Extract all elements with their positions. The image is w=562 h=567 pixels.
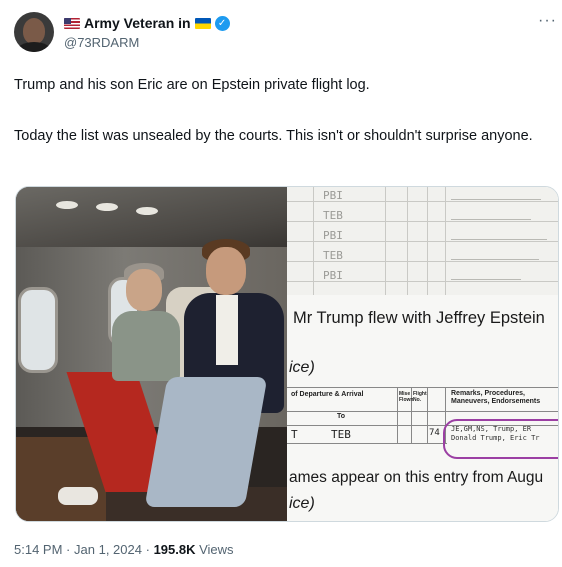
tweet-text-paragraph-2: Today the list was unsealed by the court… — [14, 128, 533, 144]
table-cell: 74 — [429, 428, 440, 438]
cabin-light — [56, 201, 78, 209]
avatar-shoulders — [16, 42, 52, 52]
table-divider — [397, 387, 398, 443]
ledger-cell: PBI — [323, 269, 343, 282]
ledger-col-line — [313, 187, 314, 295]
table-cell: TEB — [331, 428, 351, 441]
ledger-scribble — [451, 233, 547, 240]
person-right-shirt — [216, 295, 238, 365]
ledger-scribble — [451, 273, 521, 280]
tweet-text-paragraph-1: Trump and his son Eric are on Epstein pr… — [14, 77, 370, 93]
ledger-cell: TEB — [323, 249, 343, 262]
ledger-cell: PBI — [323, 229, 343, 242]
person-left-head — [126, 269, 162, 311]
tweet: Army Veteran in ✓ @73RDARM ··· Trump and… — [0, 0, 562, 567]
author-display-name[interactable]: Army Veteran in — [84, 15, 191, 31]
document-fragment: ice) — [289, 495, 315, 512]
ledger-col-line — [385, 187, 386, 295]
person-left-shoe — [58, 487, 98, 505]
ledger-scribble — [451, 253, 539, 260]
document-caption: ames appear on this entry from Augu — [289, 469, 544, 486]
views-count[interactable]: 195.8K — [154, 542, 196, 557]
media-photo[interactable] — [16, 187, 287, 521]
remark-line: Donald Trump, Eric Tr — [451, 434, 540, 442]
table-rule — [287, 443, 447, 444]
remark-handwriting: JE,GM,NS, Trump, ER Donald Trump, Eric T… — [451, 425, 540, 443]
meta-separator: · — [66, 542, 71, 557]
media-container[interactable]: PBI TEB PBI TEB PBI Mr Trump flew with J… — [15, 186, 559, 522]
table-rule — [287, 411, 558, 412]
tweet-time[interactable]: 5:14 PM — [14, 542, 62, 557]
media-document[interactable]: PBI TEB PBI TEB PBI Mr Trump flew with J… — [287, 187, 558, 521]
author-handle[interactable]: @73RDARM — [64, 35, 139, 50]
cabin-light — [136, 207, 158, 215]
us-flag-icon — [64, 17, 80, 29]
ledger-scribble — [451, 193, 541, 200]
ledger-col-line — [445, 187, 446, 295]
cabin-light — [96, 203, 118, 211]
person-right-head — [206, 247, 246, 295]
views-label: Views — [199, 542, 234, 557]
ledger-col-line — [427, 187, 428, 295]
table-header: Flight No. — [413, 391, 427, 403]
verified-check-icon: ✓ — [214, 15, 230, 31]
ledger-scribble — [451, 213, 531, 220]
author-name-row[interactable]: Army Veteran in ✓ — [64, 14, 230, 32]
document-headline: Mr Trump flew with Jeffrey Epstein — [293, 309, 545, 327]
flight-log-ledger: PBI TEB PBI TEB PBI — [287, 187, 558, 295]
person-left-shirt — [112, 311, 180, 381]
table-rule — [287, 387, 558, 388]
tweet-metadata: 5:14 PM · Jan 1, 2024 · 195.8K Views — [14, 542, 234, 557]
document-fragment: ice) — [289, 359, 315, 376]
table-cell: T — [291, 428, 298, 441]
table-divider — [411, 387, 412, 443]
table-header: Remarks, Procedures, Maneuvers, Endorsem… — [451, 390, 541, 405]
tweet-date[interactable]: Jan 1, 2024 — [74, 542, 142, 557]
table-header: of Departure & Arrival — [291, 391, 364, 398]
table-header: To — [337, 413, 346, 420]
more-options-icon[interactable]: ··· — [538, 12, 557, 30]
meta-separator: · — [145, 542, 150, 557]
ukraine-flag-icon — [194, 17, 211, 29]
remark-line: JE,GM,NS, Trump, ER — [451, 425, 532, 433]
ledger-cell: TEB — [323, 209, 343, 222]
ledger-cell: PBI — [323, 189, 343, 202]
table-header: Mise Flown — [399, 391, 414, 403]
cabin-window — [18, 287, 58, 373]
ledger-col-line — [407, 187, 408, 295]
avatar-face — [23, 18, 45, 44]
avatar[interactable] — [14, 12, 54, 52]
table-divider — [427, 387, 428, 443]
